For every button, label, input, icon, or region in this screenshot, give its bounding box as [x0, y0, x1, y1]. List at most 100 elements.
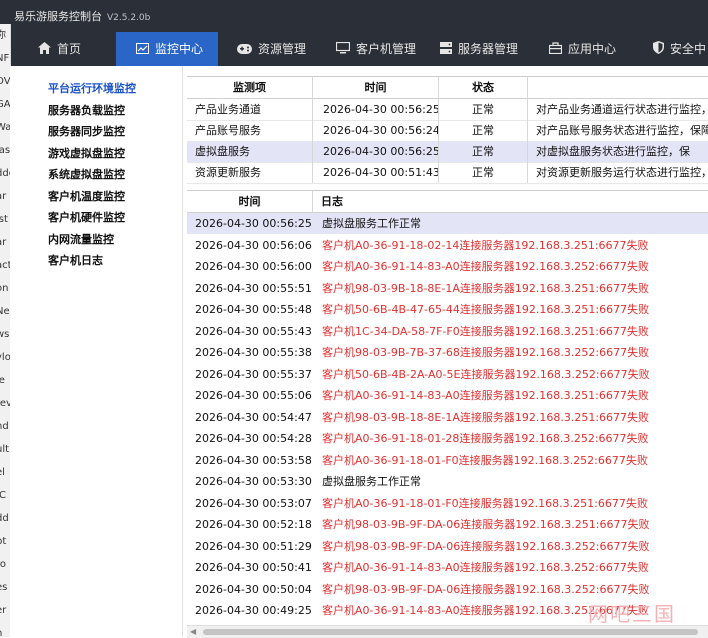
log-row[interactable]: 2026-04-30 00:55:48 客户机50-6B-4B-47-65-44连… — [187, 299, 708, 320]
log-row[interactable]: 2026-04-30 00:52:18 客户机98-03-9B-9F-DA-06连… — [187, 514, 708, 535]
monitor-icon — [335, 33, 351, 67]
column-divider — [312, 77, 313, 183]
row-time: 2026-04-30 00:56:25 — [323, 103, 438, 116]
log-time: 2026-04-30 00:55:37 — [195, 367, 312, 381]
scroll-left-icon[interactable]: ◀ — [190, 627, 196, 636]
log-row[interactable]: 2026-04-30 00:53:58 客户机A0-36-91-18-01-F0连… — [187, 450, 708, 471]
log-time: 2026-04-30 00:55:48 — [195, 303, 312, 316]
column-divider — [312, 191, 313, 213]
column-header-desc[interactable] — [528, 77, 708, 98]
nav-clients[interactable]: 客户机管理 — [335, 32, 416, 67]
log-time: 2026-04-30 00:52:18 — [195, 518, 312, 531]
log-message-error: 客户机A0-36-91-14-83-A0连接服务器192.168.3.251:6… — [322, 389, 649, 402]
nav-monitor[interactable]: 监控中心 — [116, 32, 218, 66]
strip-text: on — [0, 283, 9, 294]
nav-home[interactable]: 首页 — [38, 32, 81, 66]
sidebar-item-client-temp[interactable]: 客户机温度监控 — [48, 188, 125, 204]
sidebar-item-platform-env[interactable]: 平台运行环境监控 — [48, 80, 136, 96]
log-row[interactable]: 2026-04-30 00:54:47 客户机98-03-9B-18-8E-1A连… — [187, 407, 708, 428]
row-desc: 对虚拟盘服务状态进行监控，保 — [536, 145, 690, 158]
log-message-error: 客户机1C-34-DA-58-7F-F0连接服务器192.168.3.251:6… — [322, 324, 649, 338]
sidebar-item-system-vdisk[interactable]: 系统虚拟盘监控 — [48, 166, 125, 182]
status-table: 监测项 时间 状态 产品业务通道 2026-04-30 00:56:25 正常 … — [187, 76, 708, 184]
log-message-error: 客户机A0-36-91-14-83-A0连接服务器192.168.3.252:6… — [322, 260, 649, 273]
row-item: 资源更新服务 — [195, 166, 261, 179]
table-row[interactable]: 产品业务通道 2026-04-30 00:56:25 正常 对产品业务通道运行状… — [187, 99, 708, 121]
log-message-error: 客户机98-03-9B-9F-DA-06连接服务器192.168.3.252:6… — [322, 539, 650, 553]
strip-text: ylo — [0, 352, 11, 363]
log-message: 虚拟盘服务工作正常 — [322, 475, 421, 488]
log-row[interactable]: 2026-04-30 00:55:38 客户机98-03-9B-7B-37-68连… — [187, 342, 708, 363]
log-time: 2026-04-30 00:53:30 — [195, 475, 312, 488]
log-message-error: 客户机98-03-9B-18-8E-1A连接服务器192.168.3.251:6… — [322, 410, 650, 424]
log-message-error: 客户机A0-36-91-18-01-F0连接服务器192.168.3.251:6… — [322, 496, 648, 510]
nav-home-label: 首页 — [57, 42, 82, 56]
strip-text: NF — [0, 53, 10, 64]
log-row[interactable]: 2026-04-30 00:55:43 客户机1C-34-DA-58-7F-F0连… — [187, 321, 708, 342]
log-row[interactable]: 2026-04-30 00:56:06 客户机A0-36-91-18-02-14连… — [187, 235, 708, 256]
table-row-selected[interactable]: 虚拟盘服务 2026-04-30 00:56:25 正常 对虚拟盘服务状态进行监… — [187, 141, 708, 163]
row-time: 2026-04-30 00:51:43 — [323, 166, 438, 179]
strip-text: Ne — [0, 306, 10, 317]
nav-security[interactable]: 安全中 — [653, 32, 706, 66]
strip-text: ar — [0, 237, 7, 248]
log-row[interactable]: 2026-04-30 00:50:04 客户机98-03-9B-9F-DA-06连… — [187, 579, 708, 600]
title-bar: 易乐游服务控制台 V2.5.2.0b — [0, 0, 708, 32]
nav-servers-label: 服务器管理 — [458, 42, 519, 56]
strip-text: es — [0, 582, 8, 593]
nav-apps-label: 应用中心 — [568, 42, 617, 56]
column-header-status[interactable]: 状态 — [439, 77, 527, 98]
strip-text: IC — [0, 484, 10, 507]
log-row-selected[interactable]: 2026-04-30 00:56:25 虚拟盘服务工作正常 — [187, 213, 708, 234]
log-row[interactable]: 2026-04-30 00:54:28 客户机A0-36-91-18-01-28连… — [187, 428, 708, 449]
log-message-error: 客户机A0-36-91-18-01-F0连接服务器192.168.3.252:6… — [322, 453, 648, 467]
log-time: 2026-04-30 00:50:41 — [195, 561, 312, 574]
home-icon — [38, 33, 51, 67]
nav-resources[interactable]: 资源管理 — [237, 32, 306, 66]
log-row[interactable]: 2026-04-30 00:55:06 客户机A0-36-91-14-83-A0连… — [187, 385, 708, 406]
nav-apps[interactable]: 应用中心 — [548, 32, 617, 66]
strip-text: el — [0, 467, 5, 478]
nav-servers[interactable]: 服务器管理 — [440, 32, 518, 66]
nav-monitor-label: 监控中心 — [155, 42, 204, 56]
column-header-log-time[interactable]: 时间 — [187, 191, 312, 212]
log-message-error: 客户机98-03-9B-9F-DA-06连接服务器192.168.3.252:6… — [322, 582, 650, 596]
strip-text: ro — [0, 559, 7, 570]
log-table: 时间 日志 2026-04-30 00:56:25 虚拟盘服务工作正常 2026-0… — [187, 190, 708, 626]
column-header-time[interactable]: 时间 — [313, 77, 438, 98]
sidebar-item-client-log[interactable]: 客户机日志 — [48, 252, 103, 268]
strip-text: ar — [0, 191, 7, 202]
app-version: V2.5.2.0b — [107, 13, 151, 23]
strip-text: OV — [0, 76, 11, 87]
table-row[interactable]: 产品账号服务 2026-04-30 00:56:24 正常 对产品账号服务状态进… — [187, 120, 708, 142]
row-status: 正常 — [472, 145, 494, 158]
log-message: 虚拟盘服务工作正常 — [322, 217, 421, 230]
log-message-error: 客户机50-6B-4B-2A-A0-5E连接服务器192.168.3.252:6… — [322, 367, 650, 381]
strip-text: 你 — [0, 24, 10, 47]
log-time: 2026-04-30 00:56:25 — [195, 217, 312, 230]
log-row[interactable]: 2026-04-30 00:50:41 客户机A0-36-91-14-83-A0连… — [187, 557, 708, 578]
log-row[interactable]: 2026-04-30 00:53:30 虚拟盘服务工作正常 — [187, 471, 708, 492]
column-header-item[interactable]: 监测项 — [187, 77, 312, 98]
log-row[interactable]: 2026-04-30 00:56:00 客户机A0-36-91-14-83-A0连… — [187, 256, 708, 277]
column-header-log[interactable]: 日志 — [321, 191, 708, 212]
log-row[interactable]: 2026-04-30 00:51:29 客户机98-03-9B-9F-DA-06连… — [187, 536, 708, 557]
sidebar-item-client-hardware[interactable]: 客户机硬件监控 — [48, 209, 125, 225]
sidebar-item-server-load[interactable]: 服务器负载监控 — [48, 102, 125, 118]
sidebar-item-lan-traffic[interactable]: 内网流量监控 — [48, 231, 114, 247]
log-table-header: 时间 日志 — [187, 191, 708, 213]
log-row[interactable]: 2026-04-30 00:55:37 客户机50-6B-4B-2A-A0-5E连… — [187, 364, 708, 385]
log-time: 2026-04-30 00:54:47 — [195, 410, 312, 424]
log-row[interactable]: 2026-04-30 00:53:07 客户机A0-36-91-18-01-F0连… — [187, 493, 708, 514]
scrollbar-thumb[interactable] — [203, 629, 698, 635]
log-row[interactable]: 2026-04-30 00:55:51 客户机98-03-9B-18-8E-1A连… — [187, 278, 708, 299]
log-message-error: 客户机98-03-9B-18-8E-1A连接服务器192.168.3.251:6… — [322, 281, 650, 295]
table-row[interactable]: 资源更新服务 2026-04-30 00:51:43 正常 对资源更新服务运行状… — [187, 162, 708, 184]
row-item: 虚拟盘服务 — [195, 145, 250, 158]
sidebar-item-game-vdisk[interactable]: 游戏虚拟盘监控 — [48, 145, 125, 161]
log-time: 2026-04-30 00:55:06 — [195, 389, 312, 402]
sidebar-item-server-sync[interactable]: 服务器同步监控 — [48, 123, 125, 139]
log-time: 2026-04-30 00:55:38 — [195, 346, 312, 359]
strip-text: ult — [0, 444, 10, 455]
strip-text: dd — [0, 513, 9, 524]
